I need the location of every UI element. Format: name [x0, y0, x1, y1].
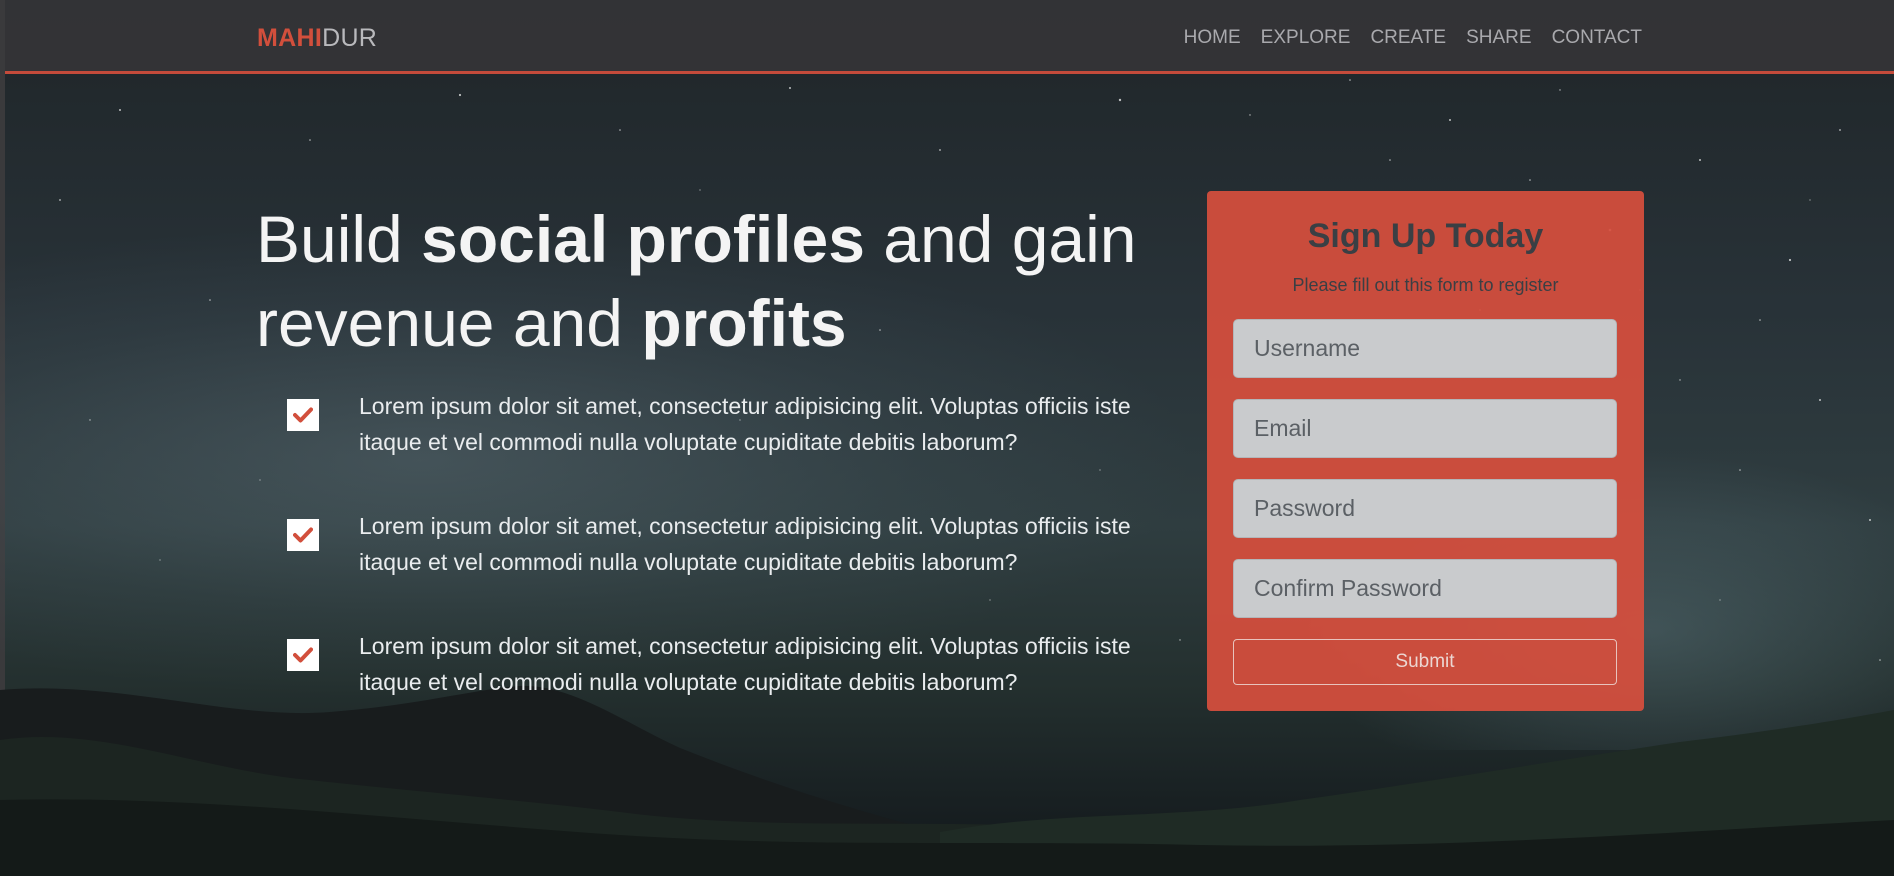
nav-link-explore[interactable]: EXPLORE: [1261, 27, 1351, 49]
confirm-password-input[interactable]: [1233, 559, 1617, 618]
headline-bold-2: profits: [641, 286, 847, 360]
signup-title: Sign Up Today: [1307, 217, 1544, 255]
feature-item: Lorem ipsum dolor sit amet, consectetur …: [287, 508, 1167, 628]
nav-link-create[interactable]: CREATE: [1370, 27, 1446, 49]
check-icon: [287, 399, 319, 431]
check-icon: [287, 639, 319, 671]
feature-item: Lorem ipsum dolor sit amet, consectetur …: [287, 628, 1167, 748]
nav-link-share[interactable]: SHARE: [1466, 27, 1531, 49]
hero-headline: Build social profiles and gain revenue a…: [256, 197, 1186, 365]
brand-logo[interactable]: MAHIDUR: [257, 24, 377, 53]
email-input[interactable]: [1233, 399, 1617, 458]
feature-item: Lorem ipsum dolor sit amet, consectetur …: [287, 388, 1167, 508]
nav-link-contact[interactable]: CONTACT: [1552, 27, 1642, 49]
check-icon: [287, 519, 319, 551]
landing-page: MAHIDUR HOME EXPLORE CREATE SHARE CONTAC…: [0, 0, 1894, 876]
feature-text: Lorem ipsum dolor sit amet, consectetur …: [359, 633, 1131, 695]
headline-bold-1: social profiles: [421, 202, 865, 276]
signup-card: Sign Up Today Please fill out this form …: [1207, 191, 1644, 711]
password-input[interactable]: [1233, 479, 1617, 538]
submit-button[interactable]: Submit: [1233, 639, 1617, 685]
nav-links: HOME EXPLORE CREATE SHARE CONTACT: [1184, 27, 1642, 49]
feature-text: Lorem ipsum dolor sit amet, consectetur …: [359, 513, 1131, 575]
headline-part-1: Build: [256, 202, 422, 276]
top-navbar: MAHIDUR HOME EXPLORE CREATE SHARE CONTAC…: [5, 0, 1894, 74]
signup-subtitle: Please fill out this form to register: [1292, 275, 1559, 295]
feature-text: Lorem ipsum dolor sit amet, consectetur …: [359, 393, 1131, 455]
brand-logo-accent: MAHI: [257, 24, 323, 52]
nav-link-home[interactable]: HOME: [1184, 27, 1241, 49]
username-input[interactable]: [1233, 319, 1617, 378]
brand-logo-rest: DUR: [322, 24, 378, 52]
feature-list: Lorem ipsum dolor sit amet, consectetur …: [287, 388, 1167, 748]
